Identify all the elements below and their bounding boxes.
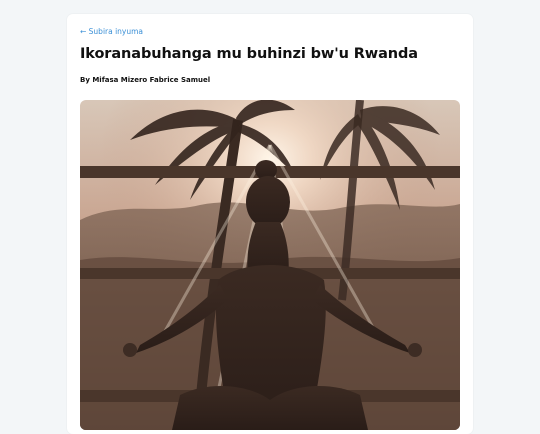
hero-image: [80, 100, 460, 430]
article-title: Ikoranabuhanga mu buhinzi bw'u Rwanda: [80, 46, 418, 62]
article-author: By Mifasa Mizero Fabrice Samuel: [80, 76, 211, 84]
article-card: ← Subira inyuma Ikoranabuhanga mu buhinz…: [67, 14, 473, 434]
back-link[interactable]: ← Subira inyuma: [80, 27, 143, 36]
